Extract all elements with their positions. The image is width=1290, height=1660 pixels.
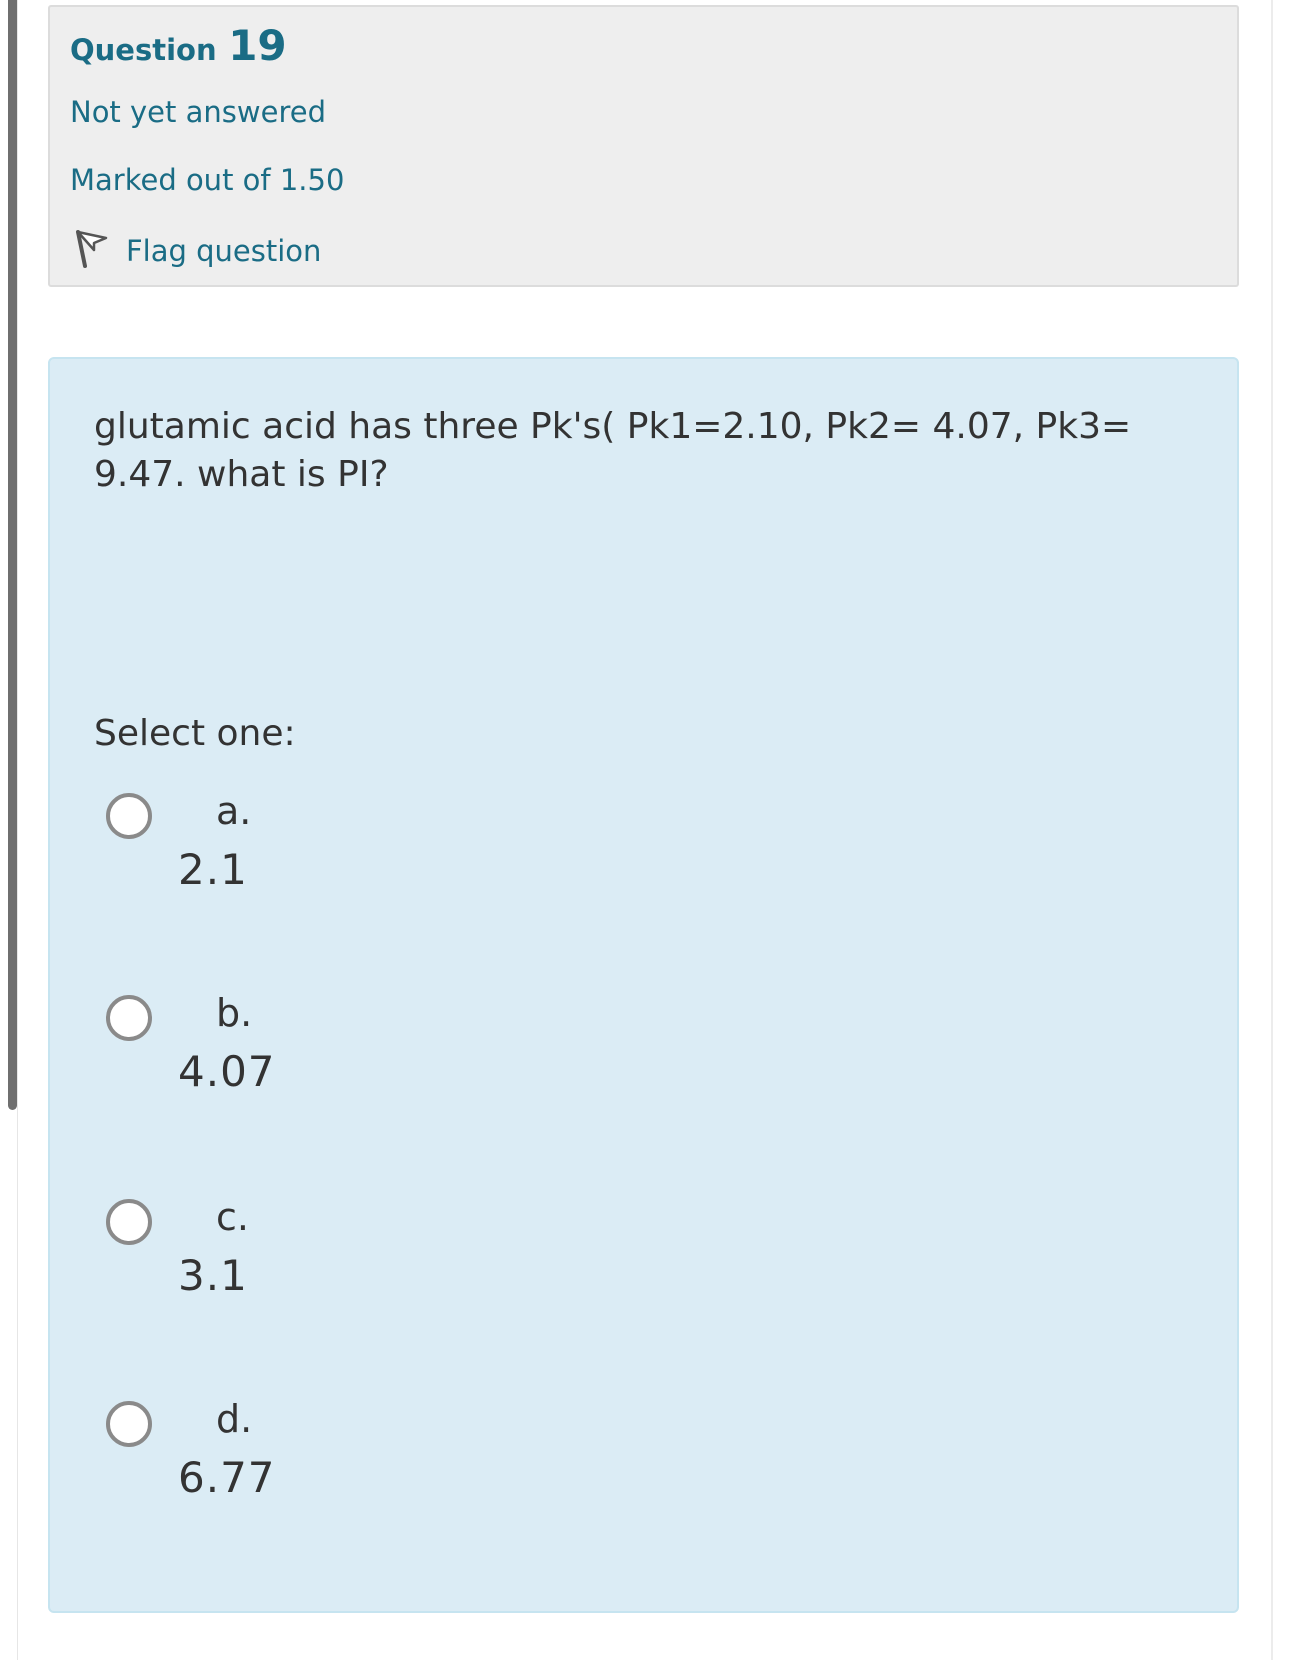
- answer-option-a[interactable]: a. 2.1: [106, 783, 506, 903]
- option-value-d: 6.77: [178, 1453, 276, 1502]
- option-letter-d: d.: [216, 1397, 253, 1441]
- question-number-value: 19: [228, 21, 287, 70]
- radio-button-b[interactable]: [106, 995, 152, 1041]
- question-label: Question: [70, 33, 217, 67]
- flag-icon: [70, 228, 112, 274]
- question-info-panel: Question 19 Not yet answered Marked out …: [48, 5, 1239, 287]
- answer-option-b[interactable]: b. 4.07: [106, 985, 506, 1105]
- radio-button-a[interactable]: [106, 793, 152, 839]
- flag-question-link[interactable]: Flag question: [70, 229, 321, 273]
- select-one-prompt: Select one:: [94, 713, 296, 754]
- answer-option-d[interactable]: d. 6.77: [106, 1391, 506, 1511]
- page-edge-right: [1271, 0, 1273, 1660]
- flag-question-label[interactable]: Flag question: [126, 234, 321, 268]
- option-value-b: 4.07: [178, 1047, 276, 1096]
- option-value-a: 2.1: [178, 845, 248, 894]
- page-edge-left: [17, 0, 18, 1660]
- option-letter-b: b.: [216, 991, 253, 1035]
- option-value-c: 3.1: [178, 1251, 248, 1300]
- question-grade: Marked out of 1.50: [70, 163, 345, 197]
- question-state: Not yet answered: [70, 95, 326, 129]
- question-text: glutamic acid has three Pk's( Pk1=2.10, …: [94, 406, 1132, 495]
- radio-button-d[interactable]: [106, 1401, 152, 1447]
- question-content-panel: glutamic acid has three Pk's( Pk1=2.10, …: [48, 357, 1239, 1613]
- scrollbar[interactable]: [8, 0, 17, 1110]
- question-number: Question 19: [70, 21, 287, 70]
- answer-option-c[interactable]: c. 3.1: [106, 1189, 506, 1309]
- radio-button-c[interactable]: [106, 1199, 152, 1245]
- option-letter-a: a.: [216, 789, 252, 833]
- option-letter-c: c.: [216, 1195, 249, 1239]
